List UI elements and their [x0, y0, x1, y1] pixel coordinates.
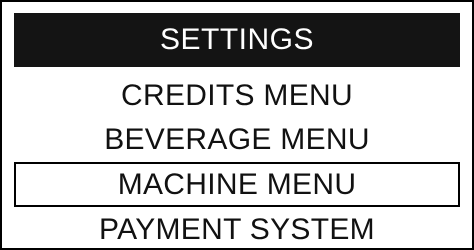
menu-item-credits[interactable]: CREDITS MENU — [14, 73, 460, 118]
menu-item-machine[interactable]: MACHINE MENU — [14, 162, 460, 207]
menu-item-beverage[interactable]: BEVERAGE MENU — [14, 117, 460, 162]
page-title: SETTINGS — [14, 13, 460, 67]
menu-item-payment-system[interactable]: PAYMENT SYSTEM — [14, 207, 460, 248]
settings-screen: SETTINGS CREDITS MENU BEVERAGE MENU MACH… — [0, 0, 474, 250]
